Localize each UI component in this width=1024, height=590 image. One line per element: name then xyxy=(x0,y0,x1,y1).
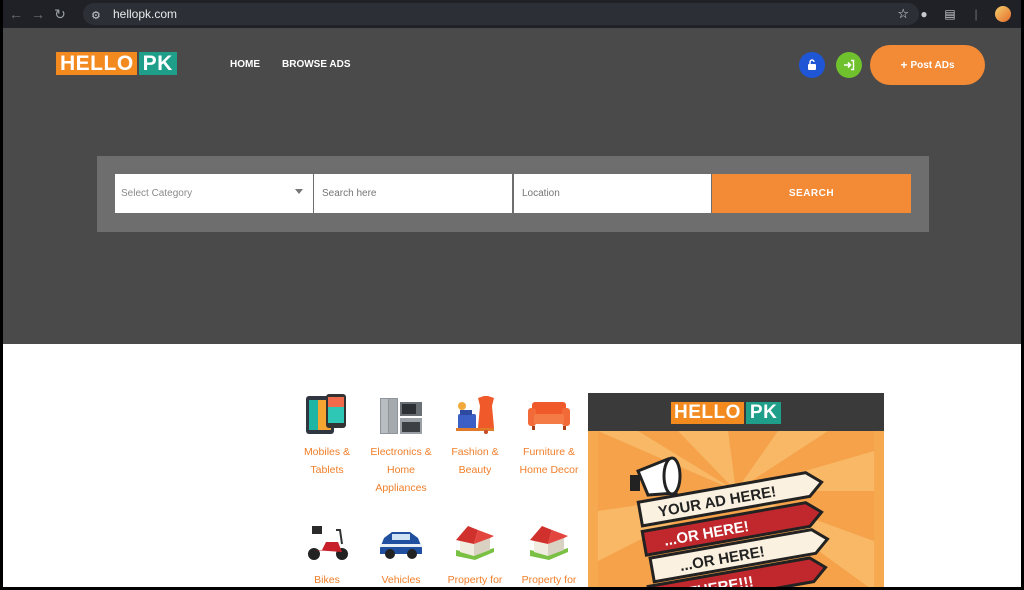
plus-icon: + xyxy=(900,58,908,72)
forward-icon[interactable]: → xyxy=(27,3,49,25)
category-electronics[interactable]: Electronics & Home Appliances xyxy=(366,392,436,497)
scooter-icon xyxy=(308,526,348,560)
ad-body: YOUR AD HERE! ...OR HERE! ...OR HERE! OR… xyxy=(598,431,874,587)
category-label: Fashion & Beauty xyxy=(451,446,499,476)
unlock-icon xyxy=(808,59,816,70)
ad-header: HELLO PK xyxy=(588,393,884,431)
category-vehicles[interactable]: Vehicles xyxy=(366,520,436,587)
search-input[interactable] xyxy=(314,174,512,213)
ad-artwork: YOUR AD HERE! ...OR HERE! ...OR HERE! OR… xyxy=(598,431,874,587)
category-label: Electronics & Home Appliances xyxy=(370,446,432,494)
location-input[interactable] xyxy=(514,174,711,213)
login-button[interactable] xyxy=(799,52,825,78)
category-placeholder: Select Category xyxy=(121,188,193,199)
nav-home[interactable]: HOME xyxy=(230,59,260,70)
site-info-icon[interactable]: ⚙ xyxy=(91,9,103,22)
post-ads-label: Post ADs xyxy=(910,59,955,71)
appliances-icon xyxy=(380,398,422,434)
hero-section: HELLO PK HOME BROWSE ADS + Post ADs Sele… xyxy=(3,28,1021,344)
address-bar[interactable]: ⚙ hellopk.com ☆ xyxy=(83,3,919,25)
category-select[interactable]: Select Category xyxy=(115,174,313,213)
site-logo[interactable]: HELLO PK xyxy=(56,52,177,75)
logo-pk: PK xyxy=(138,52,177,75)
search-panel: Select Category SEARCH xyxy=(97,156,929,232)
browser-window: ← → ↻ ⚙ hellopk.com ☆ ● ▤ | HELLO PK HOM… xyxy=(3,0,1021,587)
advertisement-banner[interactable]: HELLO PK YOUR AD HERE! ...OR HERE! ...OR… xyxy=(588,393,884,587)
category-label: Bikes xyxy=(314,574,340,586)
sofa-icon xyxy=(528,402,570,430)
mobile-tablet-icon xyxy=(306,394,346,434)
house-icon xyxy=(530,526,568,560)
fashion-icon xyxy=(456,396,494,434)
category-label: Property for xyxy=(447,574,503,586)
register-button[interactable] xyxy=(836,52,862,78)
logo-hello: HELLO xyxy=(56,52,137,75)
search-button[interactable]: SEARCH xyxy=(712,174,911,213)
extensions-icon[interactable]: ▤ xyxy=(937,4,963,24)
category-fashion[interactable]: Fashion & Beauty xyxy=(440,392,510,479)
car-icon xyxy=(380,532,422,559)
category-label: Furniture & Home Decor xyxy=(519,446,579,476)
reload-icon[interactable]: ↻ xyxy=(49,3,71,25)
ad-logo: HELLO PK xyxy=(671,402,782,424)
back-icon[interactable]: ← xyxy=(5,3,27,25)
chevron-down-icon xyxy=(295,189,303,194)
post-ads-button[interactable]: + Post ADs xyxy=(870,45,985,85)
category-label: Property for xyxy=(521,574,577,586)
category-mobiles[interactable]: Mobiles & Tablets xyxy=(292,392,362,479)
house-icon xyxy=(456,526,494,560)
category-label: Mobiles & Tablets xyxy=(303,446,351,476)
divider: | xyxy=(974,7,978,21)
url-text: hellopk.com xyxy=(113,7,178,21)
browser-toolbar: ← → ↻ ⚙ hellopk.com ☆ ● ▤ | xyxy=(3,0,1021,28)
category-property-2[interactable]: Property for xyxy=(514,520,584,587)
nav-browse-ads[interactable]: BROWSE ADS xyxy=(282,59,351,70)
profile-avatar[interactable] xyxy=(995,6,1011,22)
category-bikes[interactable]: Bikes xyxy=(292,520,362,587)
category-furniture[interactable]: Furniture & Home Decor xyxy=(514,392,584,479)
category-label: Vehicles xyxy=(381,574,421,586)
main-menu: HOME BROWSE ADS xyxy=(230,59,373,70)
category-property-1[interactable]: Property for xyxy=(440,520,510,587)
bookmark-star-icon[interactable]: ☆ xyxy=(897,6,909,22)
sign-in-icon xyxy=(844,59,855,71)
camera-icon[interactable]: ● xyxy=(911,4,937,24)
